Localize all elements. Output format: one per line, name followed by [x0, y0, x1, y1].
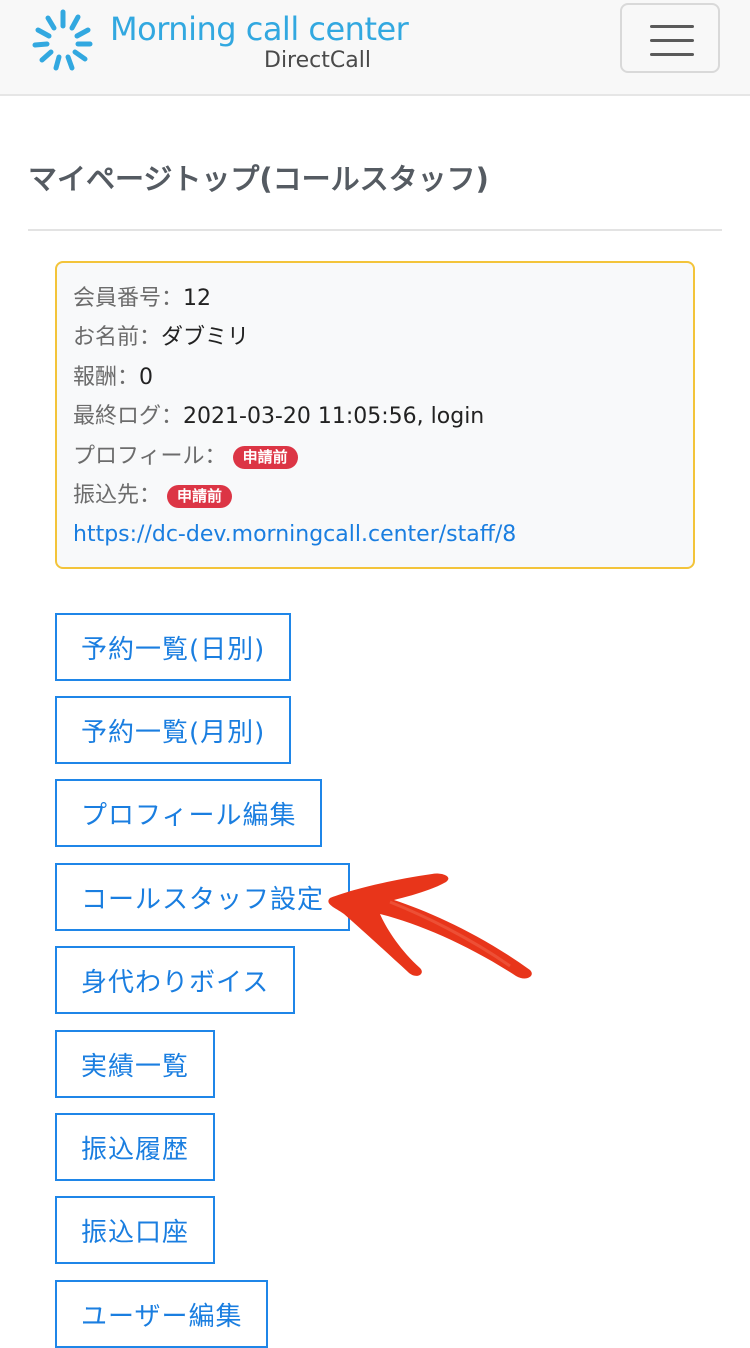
staff-url-link[interactable]: https://dc-dev.morningcall.center/staff/… — [73, 522, 516, 547]
bank-row: 振込先： 申請前 — [73, 481, 233, 511]
bank-label: 振込先： — [73, 483, 162, 508]
member-no-row: 会員番号：12 — [73, 284, 211, 314]
reward-label: 報酬： — [73, 365, 140, 390]
reservations-monthly-button[interactable]: 予約一覧(月別) — [55, 696, 292, 764]
name-value: ダブミリ — [161, 325, 250, 350]
last-log-row: 最終ログ：2021-03-20 11:05:56, login — [73, 402, 484, 432]
call-staff-settings-button[interactable]: コールスタッフ設定 — [55, 863, 351, 931]
brand-title: Morning call center — [110, 10, 409, 48]
user-edit-button[interactable]: ユーザー編集 — [55, 1280, 269, 1348]
profile-row: プロフィール： 申請前 — [73, 442, 298, 472]
profile-label: プロフィール： — [73, 444, 227, 469]
member-no-label: 会員番号： — [73, 286, 184, 311]
performance-list-button[interactable]: 実績一覧 — [55, 1030, 216, 1098]
sunburst-logo-icon — [32, 9, 93, 71]
page-title: マイページトップ(コールスタッフ) — [28, 162, 489, 196]
member-info-card: 会員番号：12 お名前：ダブミリ 報酬：0 最終ログ：2021-03-20 11… — [55, 261, 695, 569]
member-no-value: 12 — [183, 286, 212, 311]
staff-url-row: https://dc-dev.morningcall.center/staff/… — [73, 520, 516, 550]
bank-status-badge: 申請前 — [167, 484, 233, 508]
profile-edit-button[interactable]: プロフィール編集 — [55, 779, 323, 847]
transfer-history-button[interactable]: 振込履歴 — [55, 1113, 216, 1181]
transfer-account-button[interactable]: 振込口座 — [55, 1196, 216, 1264]
brand-subtitle: DirectCall — [264, 48, 371, 73]
profile-status-badge: 申請前 — [232, 445, 298, 469]
title-divider — [28, 229, 722, 231]
reservations-daily-button[interactable]: 予約一覧(日別) — [55, 613, 292, 681]
navbar: Morning call center DirectCall — [0, 0, 750, 96]
hamburger-menu-button[interactable] — [620, 3, 720, 73]
substitute-voice-button[interactable]: 身代わりボイス — [55, 946, 296, 1014]
reward-row: 報酬：0 — [73, 363, 153, 393]
annotation-arrow-icon — [328, 873, 532, 979]
reward-value: 0 — [139, 365, 154, 390]
last-log-value: 2021-03-20 11:05:56, login — [183, 404, 485, 429]
name-label: お名前： — [73, 325, 162, 350]
name-row: お名前：ダブミリ — [73, 323, 249, 353]
last-log-label: 最終ログ： — [73, 404, 184, 429]
brand-logo[interactable]: Morning call center DirectCall — [28, 4, 409, 74]
